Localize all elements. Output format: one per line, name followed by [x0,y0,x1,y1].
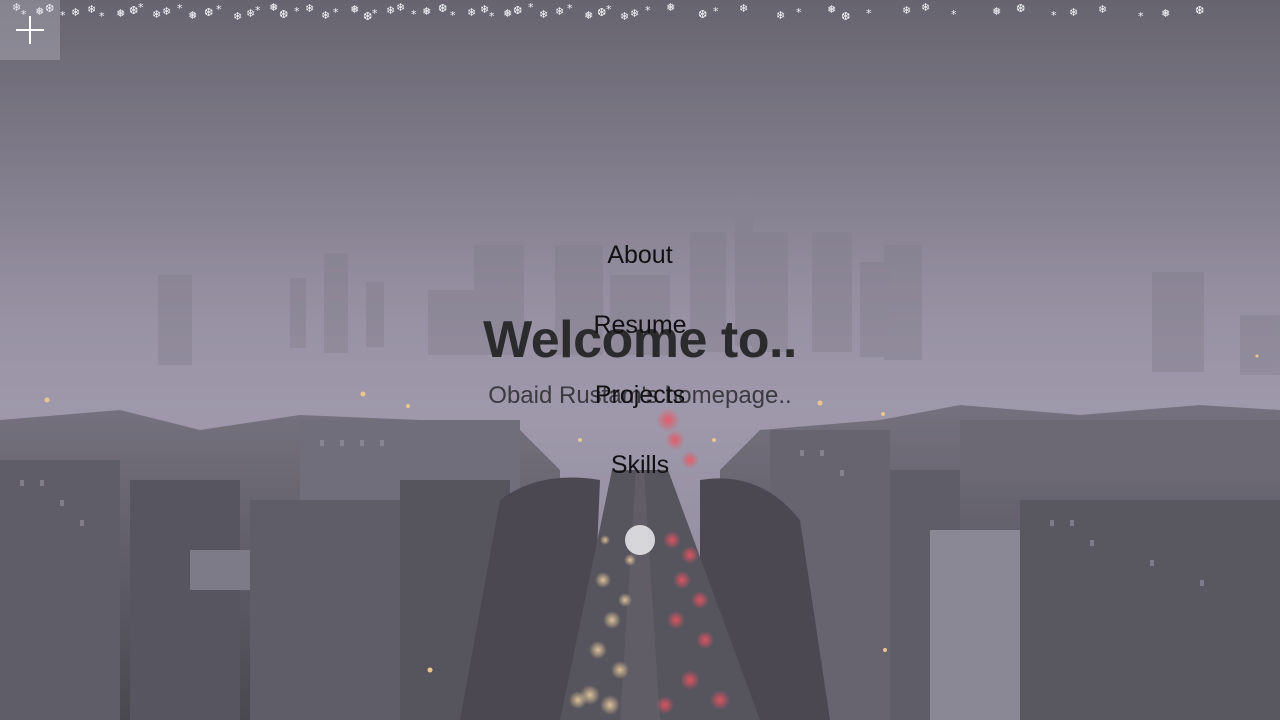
nav-link-projects[interactable]: Projects [540,377,740,413]
homepage: ❄ * ❅ ❆ * ❄ ❄ * ❅ ❆ * ❄ ❄ * ❅ ❆ * ❄ ❄ * ❅ ❆ * ❄ ❄ * ❅ ❆ * ❄ ❄ * ❅ ❆ * ❄ ❄ * ❅ ❆… [0,0,1280,720]
nav-link-about[interactable]: About [540,237,740,273]
cursor-dot [625,525,655,555]
nav-link-resume[interactable]: Resume [540,307,740,343]
plus-icon-vertical [29,16,31,44]
menu-toggle-button[interactable] [0,0,60,60]
nav-link-skills[interactable]: Skills [540,447,740,483]
